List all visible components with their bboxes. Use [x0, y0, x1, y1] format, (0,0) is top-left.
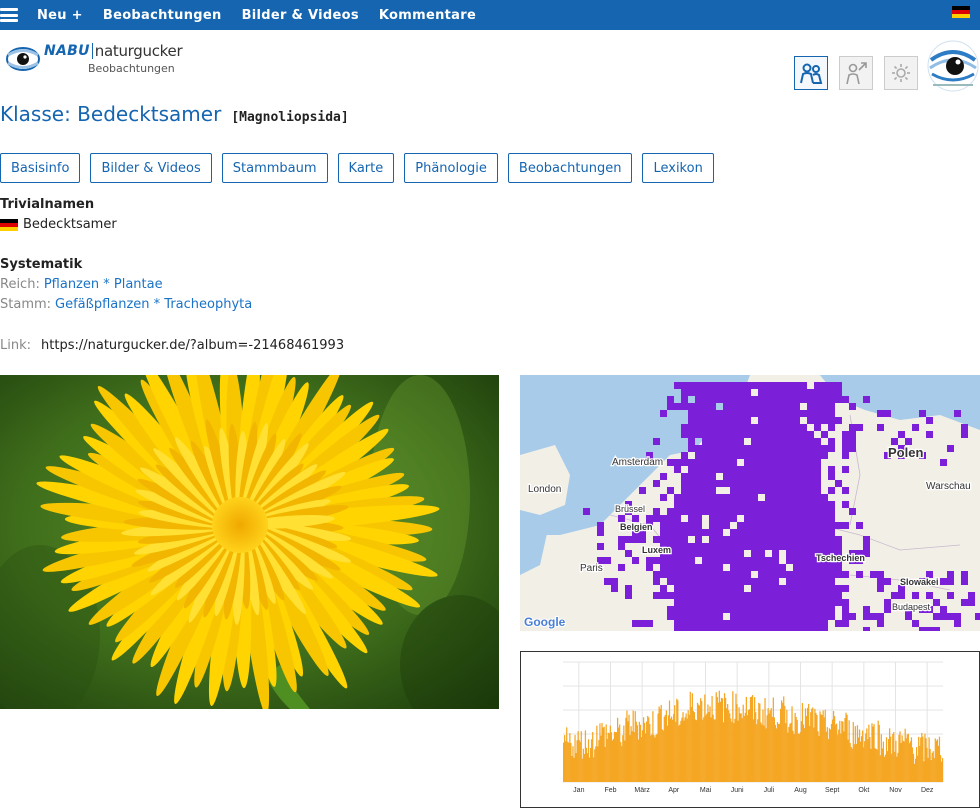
- logo-subtitle: Beobachtungen: [88, 62, 175, 75]
- phenology-bars: [563, 690, 944, 782]
- chart-month-label: Dez: [921, 787, 934, 794]
- chart-month-label: März: [634, 787, 650, 794]
- tab-lexikon[interactable]: Lexikon: [642, 153, 714, 183]
- tab-beobachtungen[interactable]: Beobachtungen: [507, 153, 633, 183]
- tab-stammbaum[interactable]: Stammbaum: [221, 153, 328, 183]
- chart-month-label: Nov: [889, 787, 902, 794]
- map-label-polen: Polen: [888, 445, 923, 460]
- naturgucker-eye-icon[interactable]: [927, 40, 979, 92]
- map-label-bruessel: Brüssel: [615, 504, 645, 514]
- nav-bilder-videos[interactable]: Bilder & Videos: [242, 8, 359, 23]
- community-button[interactable]: [794, 56, 828, 90]
- map-label-warschau: Warschau: [926, 481, 971, 492]
- logo-nabu-text: NABU: [44, 43, 90, 59]
- hamburger-menu-icon[interactable]: [0, 6, 18, 24]
- page-title-row: Klasse: Bedecktsamer [Magnoliopsida]: [0, 102, 349, 126]
- reich-label: Reich:: [0, 277, 40, 292]
- nav-neu[interactable]: Neu +: [37, 8, 83, 23]
- tab-phaenologie[interactable]: Phänologie: [404, 153, 498, 183]
- top-nav: Neu + Beobachtungen Bilder & Videos Komment…: [37, 8, 496, 23]
- map-label-luxem: Luxem: [642, 545, 671, 555]
- chart-month-label: Juli: [764, 787, 775, 794]
- user-arrow-icon: [846, 62, 867, 85]
- eye-logo-icon: [6, 47, 40, 71]
- german-flag-icon: [0, 218, 18, 231]
- tab-bilder-videos[interactable]: Bilder & Videos: [90, 153, 212, 183]
- map-label-budapest: Budapest: [892, 602, 931, 612]
- nabu-naturgucker-logo[interactable]: NABU naturgucker Beobachtungen: [6, 42, 183, 86]
- logo-divider: [91, 43, 93, 59]
- map-label-paris: Paris: [580, 563, 603, 574]
- map-label-tschechien: Tschechien: [816, 553, 865, 563]
- chart-month-label: Jan: [573, 787, 584, 794]
- permalink-url[interactable]: https://naturgucker.de/?album=-214684619…: [41, 338, 344, 353]
- users-icon: [800, 63, 823, 84]
- chart-month-label: Sept: [825, 787, 839, 794]
- stamm-label: Stamm:: [0, 297, 52, 312]
- trivialname-value: Bedecktsamer: [23, 217, 117, 232]
- map-label-slowakei: Slowakei: [900, 577, 939, 587]
- page-title: Klasse: Bedecktsamer: [0, 102, 222, 126]
- map-label-amsterdam: Amsterdam: [612, 457, 663, 468]
- chart-month-label: Feb: [604, 787, 616, 794]
- systematik-heading: Systematik: [0, 257, 83, 272]
- settings-button[interactable]: [884, 56, 918, 90]
- reich-row: Reich: Pflanzen * Plantae: [0, 277, 163, 292]
- phenology-chart[interactable]: Jan Feb März Apr Mai Juni Juli Aug Sept Okt Nov Dez: [520, 651, 980, 808]
- stamm-link[interactable]: Gefäßpflanzen * Tracheophyta: [55, 297, 252, 312]
- trivialname-row: Bedecktsamer: [0, 217, 117, 232]
- permalink-label: Link:: [0, 338, 32, 353]
- logo-naturgucker-text: naturgucker: [94, 42, 183, 60]
- google-logo[interactable]: Google: [523, 614, 567, 630]
- chart-month-label: Apr: [668, 787, 680, 794]
- chart-month-label: Juni: [731, 787, 744, 794]
- german-flag-icon[interactable]: [952, 6, 970, 18]
- chart-month-label: Aug: [794, 787, 807, 794]
- scientific-name: [Magnoliopsida]: [231, 110, 349, 125]
- distribution-map[interactable]: Amsterdam London Brüssel Belgien Luxem P…: [520, 375, 980, 631]
- gear-icon: [892, 64, 910, 82]
- map-label-belgien: Belgien: [620, 522, 653, 532]
- permalink-row: Link: https://naturgucker.de/?album=-214…: [0, 338, 344, 353]
- nav-beobachtungen[interactable]: Beobachtungen: [103, 8, 222, 23]
- taxon-tabs: Basisinfo Bilder & Videos Stammbaum Kart…: [0, 153, 714, 183]
- stamm-row: Stamm: Gefäßpflanzen * Tracheophyta: [0, 297, 252, 312]
- login-button[interactable]: [839, 56, 873, 90]
- chart-bar: [941, 758, 944, 782]
- chart-month-label: Mai: [700, 787, 712, 794]
- trivialnamen-heading: Trivialnamen: [0, 197, 95, 212]
- nav-kommentare[interactable]: Kommentare: [379, 8, 476, 23]
- top-navigation-bar: Neu + Beobachtungen Bilder & Videos Komment…: [0, 0, 980, 30]
- chart-month-label: Okt: [858, 787, 869, 794]
- reich-link[interactable]: Pflanzen * Plantae: [44, 277, 163, 292]
- taxon-photo[interactable]: [0, 375, 499, 709]
- tab-basisinfo[interactable]: Basisinfo: [0, 153, 81, 183]
- map-label-london: London: [528, 484, 561, 495]
- tab-karte[interactable]: Karte: [337, 153, 395, 183]
